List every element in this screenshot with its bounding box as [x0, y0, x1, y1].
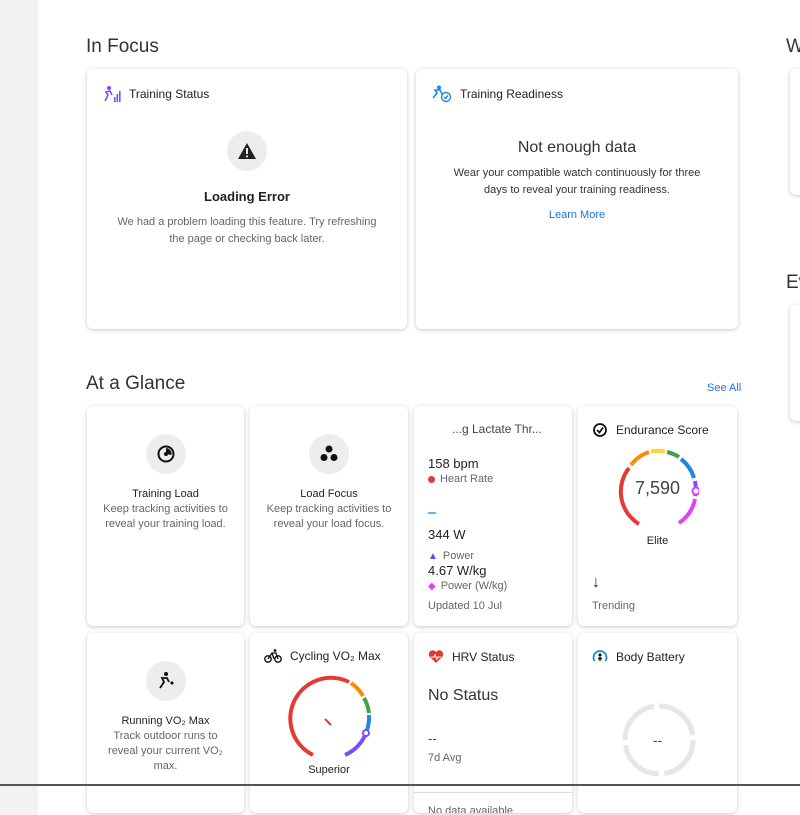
hrv-status-value: No Status: [428, 687, 499, 704]
hrv-avg-value: --: [428, 731, 437, 746]
right-column-title-2: Ev: [786, 272, 800, 293]
series-dash-icon: [428, 512, 436, 514]
hrv-status-header: HRV Status: [428, 649, 514, 664]
trending-label: Trending: [592, 600, 636, 612]
endurance-score-card[interactable]: Endurance Score 7,590 Elite ↓ Trending: [578, 406, 737, 626]
loading-error-message: We had a problem loading this feature. T…: [117, 216, 377, 245]
right-column-card-top[interactable]: [790, 69, 800, 195]
main-content: In Focus Training Status Loading Error W…: [38, 0, 800, 815]
warning-icon: [227, 131, 267, 171]
endurance-score-title: Endurance Score: [616, 423, 709, 437]
right-column-card-mid[interactable]: [790, 305, 800, 421]
cycling-icon: [264, 649, 282, 663]
loading-error-title: Loading Error: [204, 189, 290, 204]
body-battery-value: --: [652, 732, 663, 748]
cycling-vo2max-card[interactable]: Cycling VO₂ Max Superior: [250, 633, 408, 813]
power-wkg-label: Power (W/kg): [440, 580, 508, 592]
training-readiness-title: Training Readiness: [460, 87, 563, 101]
training-load-icon: [145, 434, 186, 474]
endurance-score-icon: [593, 423, 607, 437]
left-rail: [0, 0, 38, 815]
hrv-avg-label: 7d Avg: [428, 752, 462, 764]
hrv-heart-icon: [428, 650, 444, 663]
training-status-title: Training Status: [129, 87, 210, 101]
load-focus-card[interactable]: Load Focus Keep tracking activities to r…: [250, 406, 408, 626]
heart-rate-value: 158 bpm: [428, 456, 479, 471]
hrv-divider: [414, 792, 572, 793]
running-vo2max-label: Running VO₂ Max: [121, 715, 210, 727]
training-readiness-card[interactable]: Training Readiness Not enough data Wear …: [416, 69, 738, 329]
running-vo2max-icon: [145, 661, 186, 701]
running-vo2max-desc: Track outdoor runs to reveal your curren…: [108, 730, 223, 772]
body-battery-title: Body Battery: [616, 650, 685, 664]
training-readiness-icon: [432, 85, 452, 103]
cycling-vo2max-title: Cycling VO₂ Max: [290, 649, 381, 663]
training-load-label: Training Load: [132, 488, 199, 500]
readiness-message: Wear your compatible watch continuously …: [453, 167, 701, 196]
hrv-status-title: HRV Status: [452, 649, 515, 664]
body-battery-card[interactable]: Body Battery --: [578, 633, 737, 813]
endurance-score-value: 7,590: [634, 478, 681, 498]
load-focus-icon: [309, 434, 349, 474]
learn-more-link[interactable]: Learn More: [549, 209, 605, 221]
endurance-score-header: Endurance Score: [592, 422, 709, 438]
lactate-threshold-card[interactable]: ...g Lactate Thr... 158 bpm Heart Rate 3…: [414, 406, 572, 626]
hrv-footer: No data available: [428, 805, 514, 813]
power-triangle-icon: ▲: [428, 550, 438, 562]
power-wkg-diamond-icon: ◆: [428, 580, 436, 592]
training-status-card[interactable]: Training Status Loading Error We had a p…: [87, 69, 407, 329]
cycling-vo2max-gauge: [288, 675, 372, 757]
lactate-threshold-title: ...g Lactate Thr...: [452, 422, 542, 436]
heart-rate-dot-icon: [428, 475, 435, 483]
body-battery-header: Body Battery: [592, 649, 685, 665]
training-status-header: Training Status: [101, 85, 209, 103]
training-readiness-header: Training Readiness: [430, 85, 563, 103]
endurance-level: Elite: [646, 535, 669, 547]
cycling-vo2max-header: Cycling VO₂ Max: [264, 649, 381, 663]
bottom-divider: [0, 784, 800, 786]
training-status-icon: [104, 86, 121, 102]
power-label: Power: [442, 550, 475, 562]
heart-rate-label: Heart Rate: [440, 473, 494, 485]
see-all-link[interactable]: See All: [707, 382, 741, 394]
load-focus-desc: Keep tracking activities to reveal your …: [266, 503, 392, 530]
lactate-threshold-header: ...g Lactate Thr...: [452, 422, 542, 436]
body-battery-icon: [592, 650, 608, 662]
trend-down-arrow-icon: ↓: [592, 574, 600, 591]
power-value: 344 W: [428, 527, 466, 542]
lactate-updated: Updated 10 Jul: [428, 600, 502, 612]
right-column-title: W: [786, 36, 800, 57]
at-a-glance-title: At a Glance: [86, 373, 186, 394]
power-wkg-value: 4.67 W/kg: [428, 563, 487, 578]
in-focus-title: In Focus: [86, 36, 159, 57]
training-load-card[interactable]: Training Load Keep tracking activities t…: [87, 406, 244, 626]
hrv-status-card[interactable]: HRV Status No Status -- 7d Avg No data a…: [414, 633, 572, 813]
cycling-vo2max-level: Superior: [308, 764, 350, 776]
load-focus-label: Load Focus: [300, 488, 358, 500]
not-enough-data-heading: Not enough data: [517, 139, 637, 156]
running-vo2max-card[interactable]: Running VO₂ Max Track outdoor runs to re…: [87, 633, 244, 813]
training-load-desc: Keep tracking activities to reveal your …: [103, 503, 228, 530]
